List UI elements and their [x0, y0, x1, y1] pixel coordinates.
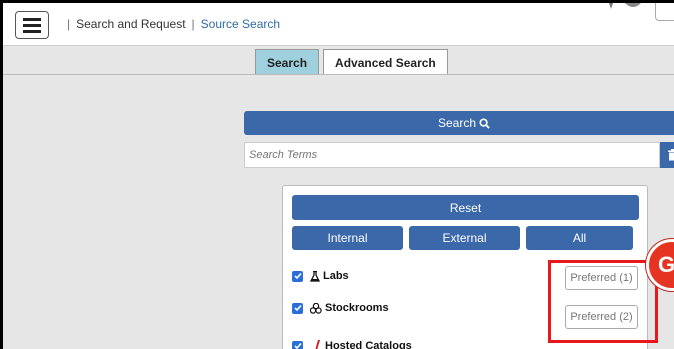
labs-checkbox[interactable]	[292, 270, 303, 282]
app-frame: | Search and Request | Source Search Search…	[0, 0, 674, 349]
breadcrumb-current[interactable]: Source Search	[201, 17, 280, 31]
source-item-stockrooms: Stockrooms	[292, 299, 389, 317]
reset-button[interactable]: Reset	[292, 195, 639, 220]
catalog-icon	[310, 340, 322, 349]
flask-icon	[310, 270, 320, 282]
tab-divider	[3, 74, 674, 75]
top-bar: | Search and Request | Source Search	[3, 3, 674, 46]
source-type-filters: Internal External All	[292, 226, 639, 250]
breadcrumb-separator: |	[191, 17, 195, 31]
filter-external-button[interactable]: External	[409, 226, 520, 250]
highlight-box-annotation	[548, 260, 658, 343]
search-input[interactable]	[244, 142, 660, 168]
search-icon	[479, 117, 490, 129]
trash-icon	[667, 149, 674, 161]
breadcrumb: | Search and Request | Source Search	[61, 17, 280, 31]
filter-all-button[interactable]: All	[526, 226, 633, 250]
source-item-labs: Labs	[292, 267, 349, 285]
search-button-label: Search	[437, 116, 477, 130]
breadcrumb-section[interactable]: Search and Request	[76, 17, 185, 31]
source-item-label: Hosted Catalogs	[325, 340, 412, 349]
search-tabs: Search Advanced Search	[255, 49, 452, 75]
source-item-label: Stockrooms	[325, 302, 389, 314]
hosted-catalogs-checkbox[interactable]	[292, 340, 303, 349]
tab-advanced-search[interactable]: Advanced Search	[323, 49, 448, 75]
stockrooms-checkbox[interactable]	[292, 302, 303, 314]
hamburger-menu-icon[interactable]	[15, 11, 49, 39]
source-item-hosted-catalogs: Hosted Catalogs	[292, 337, 412, 349]
search-button[interactable]: Search	[244, 111, 674, 135]
tab-search[interactable]: Search	[255, 49, 320, 75]
clear-search-button[interactable]	[660, 142, 674, 168]
stockroom-icon	[310, 302, 322, 314]
user-menu-button[interactable]	[655, 3, 674, 21]
breadcrumb-separator: |	[67, 17, 71, 31]
partial-icon	[607, 3, 647, 13]
filter-internal-button[interactable]: Internal	[292, 226, 403, 250]
source-item-label: Labs	[323, 270, 349, 282]
